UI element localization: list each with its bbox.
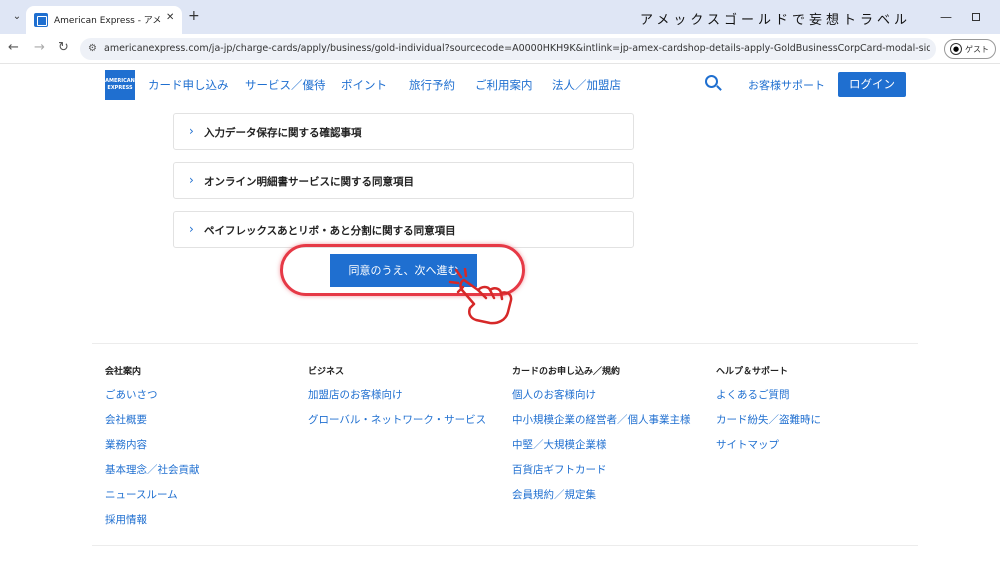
footer-divider-bottom xyxy=(92,545,918,546)
footer-link[interactable]: 採用情報 xyxy=(105,512,147,527)
site-info-icon[interactable]: ⚙ xyxy=(88,43,97,54)
site-header: AMERICAN EXPRESS カード申し込み サービス／優待 ポイント 旅行… xyxy=(0,64,1000,104)
back-icon[interactable]: ← xyxy=(8,40,19,55)
footer-link[interactable]: 加盟店のお客様向け xyxy=(308,387,403,402)
address-bar-row: ← → ↻ ⚙ americanexpress.com/ja-jp/charge… xyxy=(0,34,1000,64)
footer-link[interactable]: よくあるご質問 xyxy=(716,387,790,402)
chevron-right-icon: › xyxy=(189,222,194,236)
nav-guide[interactable]: ご利用案内 xyxy=(475,77,533,93)
nav-card-apply[interactable]: カード申し込み xyxy=(148,77,229,93)
accordion-label: ペイフレックスあとリボ・あと分割に関する同意項目 xyxy=(204,225,456,237)
customer-support-link[interactable]: お客様サポート xyxy=(748,77,825,93)
footer-link[interactable]: ニュースルーム xyxy=(105,487,178,502)
guest-label: ゲスト xyxy=(965,45,989,54)
footer-link[interactable]: 基本理念／社会貢献 xyxy=(105,462,200,477)
nav-travel[interactable]: 旅行予約 xyxy=(409,77,455,93)
accordion-item[interactable]: › オンライン明細書サービスに関する同意項目 xyxy=(173,162,634,199)
guest-profile-button[interactable]: ● ゲスト xyxy=(944,39,996,59)
accordion-item[interactable]: › 入力データ保存に関する確認事項 xyxy=(173,113,634,150)
browser-tab-bar: ⌄ American Express - アメリカン･エ ✕ + アメックスゴー… xyxy=(0,0,1000,34)
search-icon[interactable] xyxy=(705,75,718,88)
footer-heading-help: ヘルプ＆サポート xyxy=(716,367,789,377)
footer-link[interactable]: 中堅／大規模企業様 xyxy=(512,437,607,452)
accordion-label: 入力データ保存に関する確認事項 xyxy=(204,127,362,139)
tab-title: American Express - アメリカン･エ xyxy=(54,16,162,26)
login-button[interactable]: ログイン xyxy=(838,72,906,97)
footer-link[interactable]: 会社概要 xyxy=(105,412,147,427)
nav-business[interactable]: 法人／加盟店 xyxy=(552,77,621,93)
nav-points[interactable]: ポイント xyxy=(341,77,387,93)
minimize-icon[interactable]: — xyxy=(940,10,952,24)
tab-close-icon[interactable]: ✕ xyxy=(166,12,174,23)
chevron-right-icon: › xyxy=(189,124,194,138)
amex-logo[interactable]: AMERICAN EXPRESS xyxy=(105,70,135,100)
accordion-item[interactable]: › ペイフレックスあとリボ・あと分割に関する同意項目 xyxy=(173,211,634,248)
profile-icon: ● xyxy=(950,43,962,55)
pointing-hand-icon xyxy=(448,268,513,325)
url-field[interactable]: ⚙ americanexpress.com/ja-jp/charge-cards… xyxy=(80,38,936,60)
footer-link[interactable]: グローバル・ネットワーク・サービス xyxy=(308,412,486,427)
new-tab-icon[interactable]: + xyxy=(188,8,200,24)
footer-link[interactable]: 個人のお客様向け xyxy=(512,387,596,402)
accordion-label: オンライン明細書サービスに関する同意項目 xyxy=(204,176,414,188)
footer-link[interactable]: 業務内容 xyxy=(105,437,147,452)
footer-link[interactable]: カード紛失／盗難時に xyxy=(716,412,821,427)
browser-tab[interactable]: American Express - アメリカン･エ ✕ xyxy=(26,6,182,34)
footer-link[interactable]: 会員規約／規定集 xyxy=(512,487,596,502)
reload-icon[interactable]: ↻ xyxy=(58,40,69,55)
footer-link[interactable]: サイトマップ xyxy=(716,437,779,452)
tab-list-dropdown-icon[interactable]: ⌄ xyxy=(8,8,26,26)
footer-link[interactable]: 百貨店ギフトカード xyxy=(512,462,607,477)
maximize-icon[interactable] xyxy=(972,13,980,21)
footer-link[interactable]: 中小規模企業の経営者／個人事業主様 xyxy=(512,412,691,427)
footer-heading-company: 会社案内 xyxy=(105,367,142,377)
overlay-caption: アメックスゴールドで妄想トラベル xyxy=(640,13,911,28)
amex-favicon-icon xyxy=(34,13,48,27)
nav-services[interactable]: サービス／優待 xyxy=(245,77,326,93)
forward-icon[interactable]: → xyxy=(34,40,45,55)
footer-divider-top xyxy=(92,343,918,344)
footer-link[interactable]: ごあいさつ xyxy=(105,387,158,402)
url-text: americanexpress.com/ja-jp/charge-cards/a… xyxy=(104,43,930,54)
chevron-right-icon: › xyxy=(189,173,194,187)
footer-heading-business: ビジネス xyxy=(308,367,345,377)
footer-heading-apply: カードのお申し込み／規約 xyxy=(512,367,621,377)
